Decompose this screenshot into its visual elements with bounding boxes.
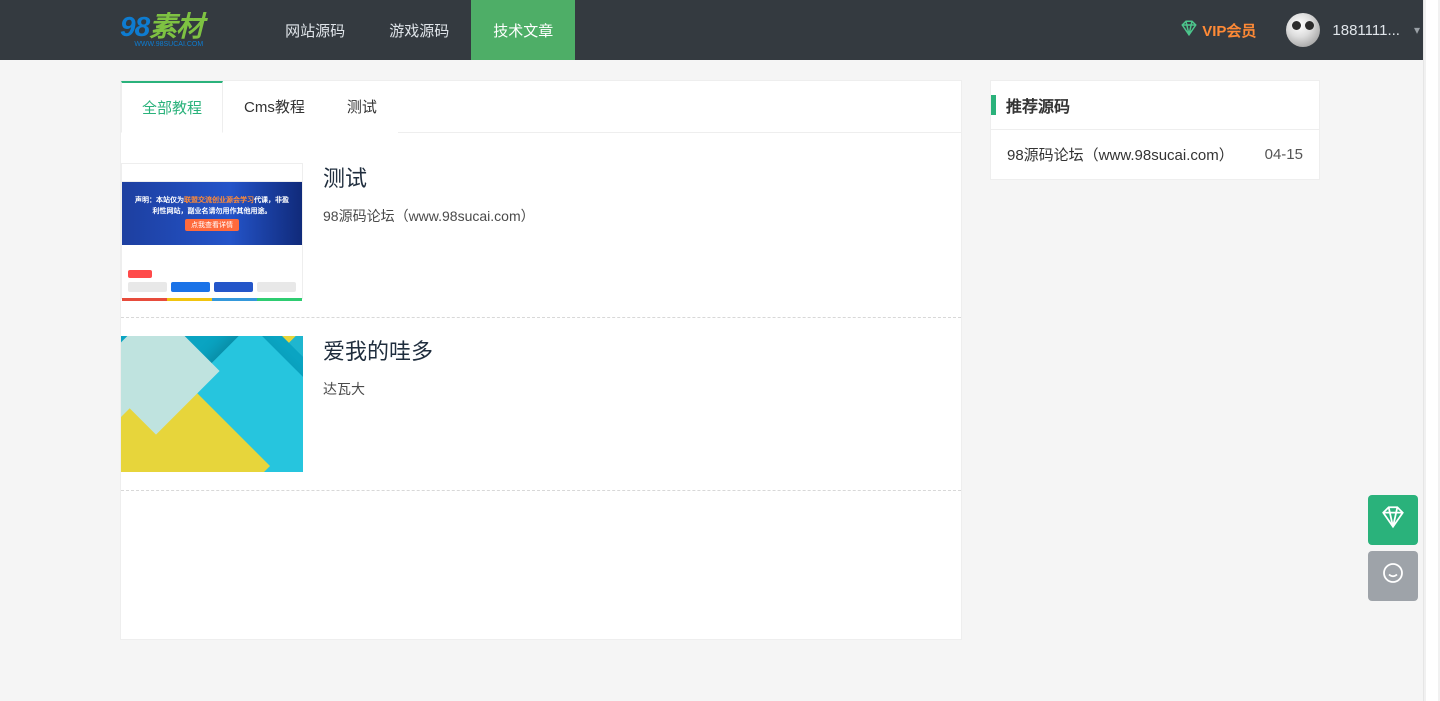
vip-link[interactable]: VIP会员 xyxy=(1180,19,1256,42)
article-list: 声明：本站仅为联盟交流创业源会学习代课，非盈 利性网站，副业名请勿用作其他用途。… xyxy=(121,133,961,501)
nav-item-game-source[interactable]: 游戏源码 xyxy=(367,0,471,60)
article-thumbnail[interactable]: 声明：本站仅为联盟交流创业源会学习代课，非盈 利性网站，副业名请勿用作其他用途。… xyxy=(121,163,303,299)
sidebar: 推荐源码 98源码论坛（www.98sucai.com） 04-15 xyxy=(990,80,1320,180)
article-description: 98源码论坛（www.98sucai.com） xyxy=(323,206,535,226)
nav-item-site-source[interactable]: 网站源码 xyxy=(263,0,367,60)
tab-cms-tutorials[interactable]: Cms教程 xyxy=(223,81,326,133)
vip-label: VIP会员 xyxy=(1202,20,1256,41)
float-chat-button[interactable] xyxy=(1368,551,1418,601)
diamond-icon xyxy=(1180,19,1198,42)
article-title-link[interactable]: 测试 xyxy=(323,166,367,191)
float-vip-button[interactable] xyxy=(1368,495,1418,545)
tab-all-tutorials[interactable]: 全部教程 xyxy=(121,81,223,133)
article-tabs: 全部教程 Cms教程 测试 xyxy=(121,81,961,133)
sidebar-item-text: 98源码论坛（www.98sucai.com） xyxy=(1007,144,1234,165)
tab-test[interactable]: 测试 xyxy=(326,81,398,133)
user-menu[interactable]: 1881111... ▾ xyxy=(1286,13,1420,47)
main-content: 全部教程 Cms教程 测试 声明：本站仅为联盟交流创业源会学习代课，非盈 利性网… xyxy=(120,80,962,640)
nav-item-tech-articles[interactable]: 技术文章 xyxy=(471,0,575,60)
article-item: 声明：本站仅为联盟交流创业源会学习代课，非盈 利性网站，副业名请勿用作其他用途。… xyxy=(121,133,961,318)
scrollbar[interactable] xyxy=(1423,0,1440,701)
sidebar-item-date: 04-15 xyxy=(1265,146,1303,163)
article-title-link[interactable]: 爱我的哇多 xyxy=(323,339,433,364)
app-header: 98素材 WWW.98SUCAI.COM 网站源码 游戏源码 技术文章 VIP会… xyxy=(0,0,1440,60)
panel-title: 推荐源码 xyxy=(1006,93,1070,117)
logo-part-2: 素材 xyxy=(149,11,203,42)
diamond-icon xyxy=(1380,504,1406,537)
chat-icon xyxy=(1381,561,1405,592)
logo-part-1: 98 xyxy=(120,11,149,42)
site-logo[interactable]: 98素材 WWW.98SUCAI.COM xyxy=(120,10,203,50)
avatar xyxy=(1286,13,1320,47)
article-item: 爱我的哇多 达瓦大 xyxy=(121,318,961,491)
primary-nav: 网站源码 游戏源码 技术文章 xyxy=(263,0,575,60)
article-thumbnail[interactable] xyxy=(121,336,303,472)
article-description: 达瓦大 xyxy=(323,379,433,399)
sidebar-item[interactable]: 98源码论坛（www.98sucai.com） 04-15 xyxy=(991,130,1319,179)
scrollbar-thumb[interactable] xyxy=(1426,0,1438,701)
sidebar-panel-recommended: 推荐源码 98源码论坛（www.98sucai.com） 04-15 xyxy=(990,80,1320,180)
logo-subtext: WWW.98SUCAI.COM xyxy=(120,41,203,48)
panel-accent-bar xyxy=(991,95,996,115)
chevron-down-icon: ▾ xyxy=(1414,23,1420,37)
username: 1881111... xyxy=(1332,22,1400,39)
